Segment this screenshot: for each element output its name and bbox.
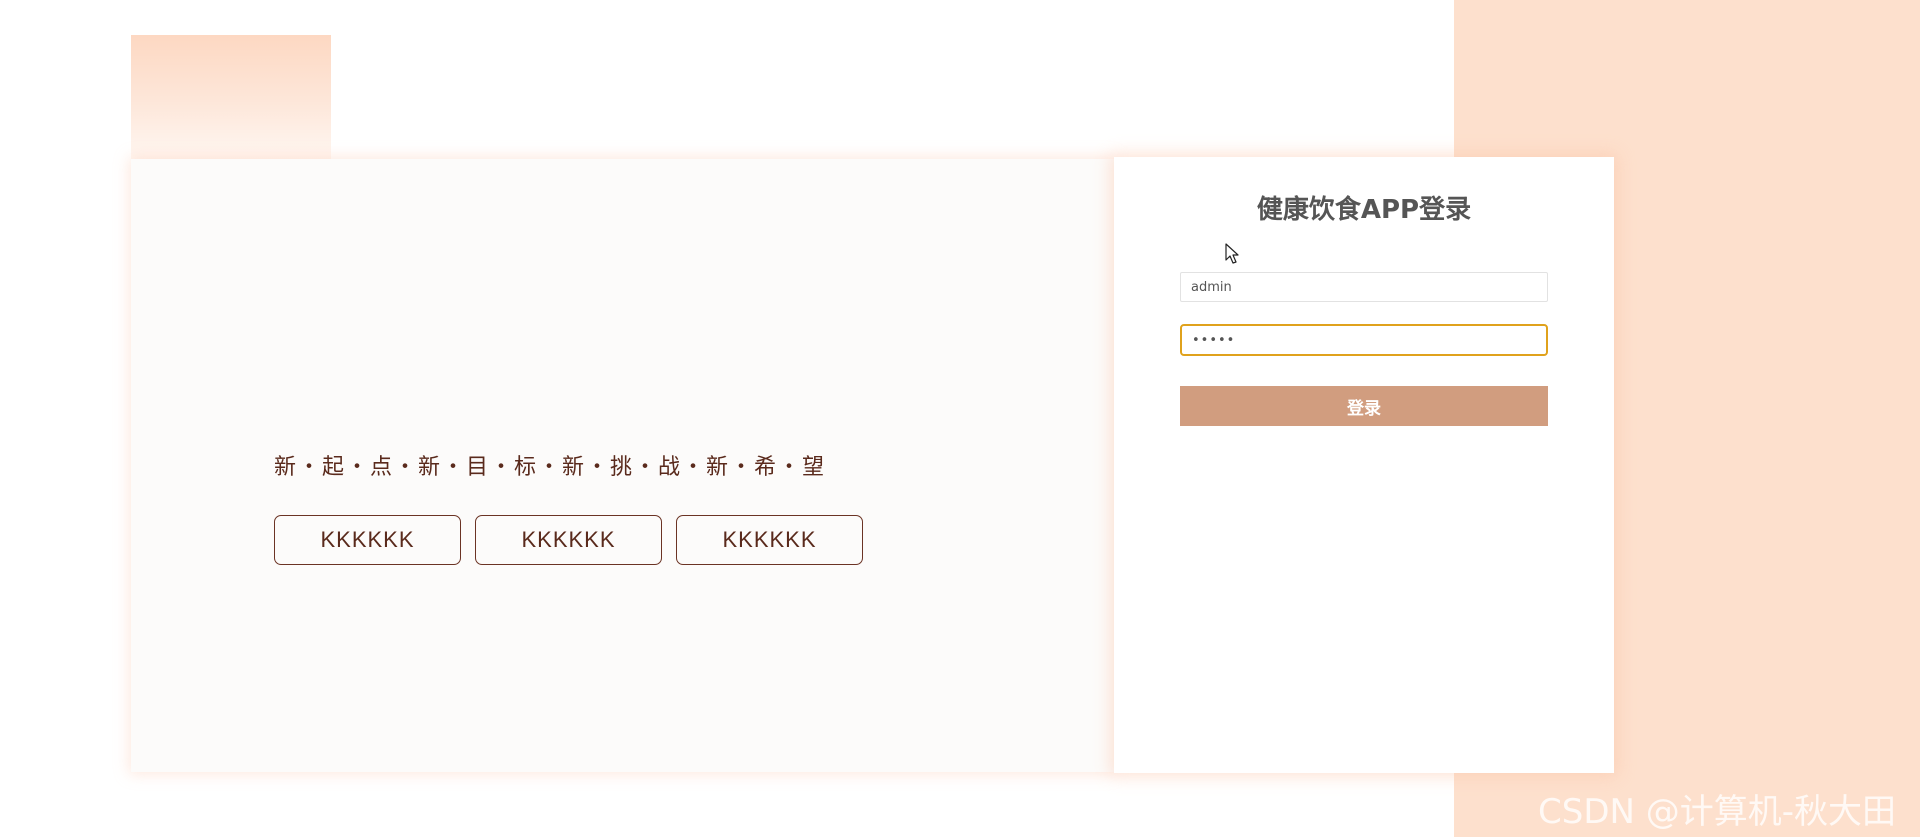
hero-card: 新・起・点・新・目・标・新・挑・战・新・希・望 KKKKKK KKKKKK KK… [131,159,1114,772]
hero-button-3[interactable]: KKKKKK [676,515,863,565]
watermark: CSDN @计算机-秋大田 [1538,792,1897,832]
username-input[interactable] [1180,272,1548,302]
hero-button-2[interactable]: KKKKKK [475,515,662,565]
mouse-pointer-icon [1225,243,1239,264]
login-title: 健康饮食APP登录 [1256,195,1472,225]
hero-button-row: KKKKKK KKKKKK KKKKKK [274,515,863,565]
password-input[interactable] [1180,324,1548,356]
login-card: 健康饮食APP登录 登录 [1114,157,1614,773]
hero-slogan: 新・起・点・新・目・标・新・挑・战・新・希・望 [274,455,827,480]
hero-button-1[interactable]: KKKKKK [274,515,461,565]
login-page: 新・起・点・新・目・标・新・挑・战・新・希・望 KKKKKK KKKKKK KK… [0,0,1920,837]
decorative-gradient-square [131,35,331,160]
login-button[interactable]: 登录 [1180,386,1548,426]
